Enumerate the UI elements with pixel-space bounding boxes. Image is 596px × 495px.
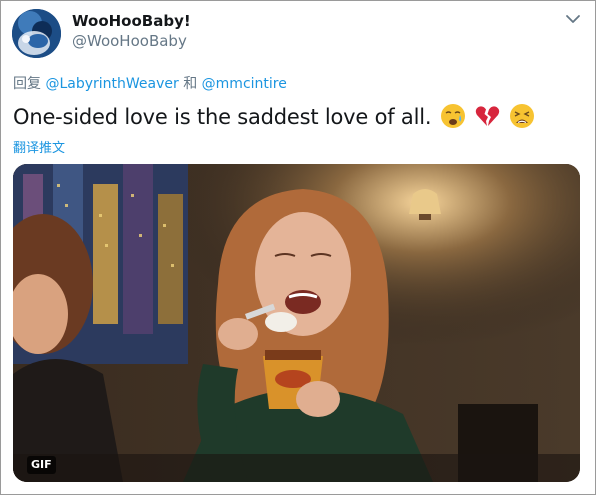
avatar[interactable] [12,9,61,58]
gif-media[interactable] [13,164,580,482]
tweet-text-container: One-sided love is the saddest love of al… [13,103,535,134]
translate-tweet-link[interactable]: 翻译推文 [13,137,65,156]
gif-still-image [13,164,580,482]
reply-prefix: 回复 [13,76,41,92]
broken-heart-emoji [474,103,500,134]
reply-context: 回复 @LabyrinthWeaver 和 @mmcintire [13,73,287,93]
display-name[interactable]: WooHooBaby! [72,12,191,30]
tweet-card: WooHooBaby! @WooHooBaby 回复 @LabyrinthWea… [0,0,596,495]
crying-face-emoji [440,103,466,134]
mention-link[interactable]: @LabyrinthWeaver [45,76,178,92]
gif-badge: GIF [27,456,56,474]
mention-link[interactable]: @mmcintire [202,76,287,92]
weary-face-emoji [509,103,535,134]
chevron-down-icon[interactable] [564,11,582,25]
avatar-image [12,9,61,58]
reply-conjunction: 和 [183,76,198,92]
user-handle[interactable]: @WooHooBaby [72,32,187,50]
tweet-text: One-sided love is the saddest love of al… [13,105,432,129]
